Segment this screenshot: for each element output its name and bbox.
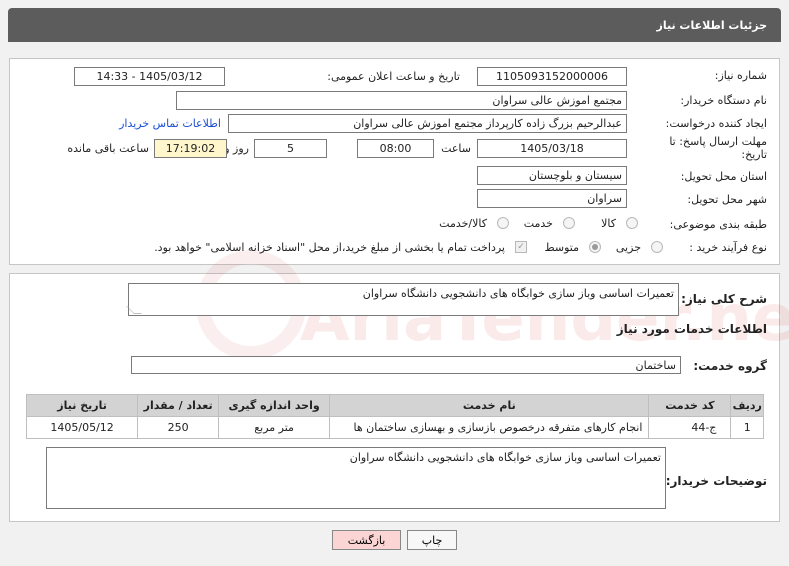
need-number-field: 1105093152000006 [477, 67, 627, 86]
cell-unit: متر مربع [218, 416, 331, 439]
category-goods-service-label: کالا/خدمت [439, 217, 487, 230]
column-header-name: نام خدمت [329, 394, 650, 417]
cell-row-number: 1 [730, 416, 764, 439]
buyer-notes-text: تعمیرات اساسی وباز سازی خوابگاه های دانش… [349, 451, 661, 464]
deadline-time-label: ساعت [441, 142, 471, 155]
buyer-label: نام دستگاه خریدار: [680, 94, 767, 107]
time-remaining-label: ساعت باقی مانده [67, 142, 149, 155]
deadline-label: مهلت ارسال پاسخ: تا تاریخ: [669, 135, 767, 161]
cell-name: انجام کارهای متفرقه درخصوص بازسازی و بهس… [329, 416, 650, 439]
process-minor-label: جزیی [615, 241, 641, 254]
description-text: تعمیرات اساسی وباز سازی خوابگاه های دانش… [362, 287, 674, 300]
time-remaining-field: 17:19:02 [154, 139, 227, 158]
category-service-radio[interactable] [563, 217, 575, 229]
announce-field: 1405/03/12 - 14:33 [74, 67, 225, 86]
need-details-panel [9, 58, 780, 265]
cell-code: ج-44 [648, 416, 732, 439]
city-field: سراوان [477, 189, 627, 208]
resize-grip-icon[interactable] [126, 306, 142, 314]
process-medium-label: متوسط [544, 241, 579, 254]
treasury-payment-note: پرداخت تمام یا بخشی از مبلغ خرید،از محل … [154, 241, 505, 254]
page-header: جزئیات اطلاعات نیاز [8, 8, 781, 42]
description-textarea[interactable]: تعمیرات اساسی وباز سازی خوابگاه های دانش… [126, 283, 679, 316]
column-header-row-number: ردیف [730, 394, 764, 417]
column-header-code: کد خدمت [648, 394, 732, 417]
process-label: نوع فرآیند خرید : [689, 241, 767, 254]
province-field: سیستان و بلوچستان [477, 166, 627, 185]
creator-field: عبدالرحیم بزرگ زاده کارپرداز مجتمع اموزش… [228, 114, 627, 133]
process-minor-radio[interactable] [651, 241, 663, 253]
days-remaining-field: 5 [254, 139, 327, 158]
days-label: روز و [224, 142, 249, 155]
province-label: استان محل تحویل: [680, 170, 767, 183]
need-number-label: شماره نیاز: [714, 69, 767, 82]
column-header-quantity: تعداد / مقدار [137, 394, 220, 417]
buyer-field: مجتمع اموزش عالی سراوان [176, 91, 627, 110]
column-header-unit: واحد اندازه گیری [218, 394, 331, 417]
back-button[interactable]: بازگشت [332, 530, 401, 550]
category-service-label: خدمت [523, 217, 553, 230]
table-row: 1 ج-44 انجام کارهای متفرقه درخصوص بازساز… [25, 416, 764, 439]
deadline-time-field: 08:00 [357, 139, 434, 158]
buyer-notes-textarea[interactable]: تعمیرات اساسی وباز سازی خوابگاه های دانش… [46, 447, 666, 509]
deadline-date-field: 1405/03/18 [477, 139, 627, 158]
buyer-notes-label: توضیحات خریدار: [665, 474, 767, 488]
category-goods-service-radio[interactable] [497, 217, 509, 229]
service-group-field: ساختمان [131, 356, 681, 374]
services-section-title: اطلاعات خدمات مورد نیاز [616, 322, 767, 336]
announce-label: تاریخ و ساعت اعلان عمومی: [327, 70, 460, 83]
city-label: شهر محل تحویل: [687, 193, 767, 206]
category-goods-radio[interactable] [626, 217, 638, 229]
column-header-date: تاریخ نیاز [25, 394, 139, 417]
creator-label: ایجاد کننده درخواست: [665, 117, 767, 130]
page-title: جزئیات اطلاعات نیاز [656, 18, 768, 32]
buyer-contact-link[interactable]: اطلاعات تماس خریدار [119, 117, 221, 130]
treasury-payment-checkbox[interactable]: ✓ [515, 241, 527, 253]
description-label: شرح کلی نیاز: [681, 292, 767, 306]
table-header-row: ردیف کد خدمت نام خدمت واحد اندازه گیری ت… [25, 394, 764, 417]
category-label: طبقه بندی موضوعی: [669, 218, 767, 231]
print-button[interactable]: چاپ [407, 530, 457, 550]
services-table: ردیف کد خدمت نام خدمت واحد اندازه گیری ت… [25, 394, 764, 439]
process-medium-radio[interactable] [589, 241, 601, 253]
category-goods-label: کالا [601, 217, 616, 230]
cell-quantity: 250 [137, 416, 220, 439]
cell-date: 1405/05/12 [25, 416, 139, 439]
service-group-label: گروه خدمت: [693, 359, 767, 373]
